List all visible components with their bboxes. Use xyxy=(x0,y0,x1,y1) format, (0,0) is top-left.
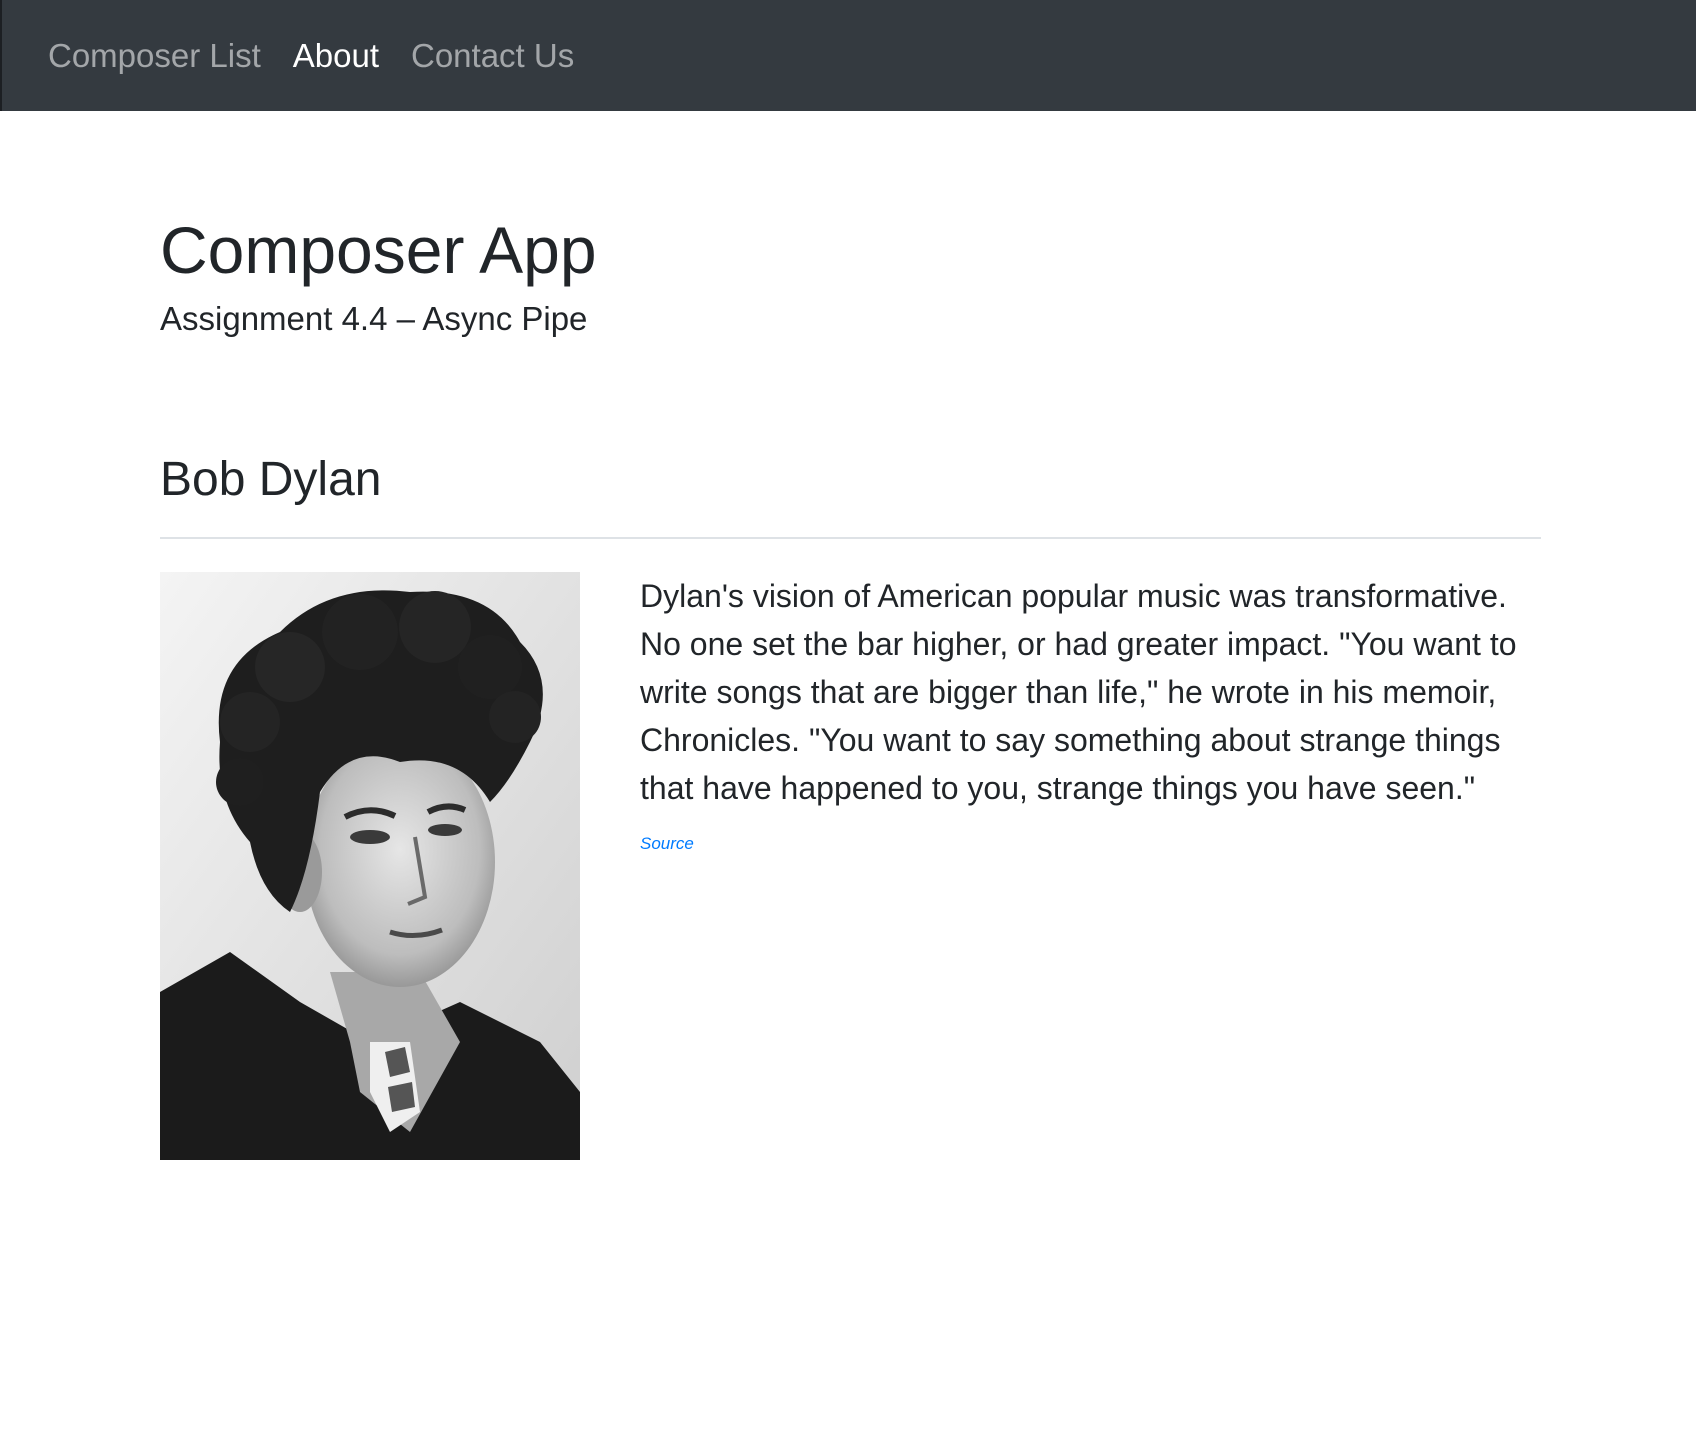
source-link[interactable]: Source xyxy=(640,834,694,854)
composer-portrait xyxy=(160,572,580,1160)
page-title: Composer App xyxy=(160,213,597,287)
nav-link-composer-list[interactable]: Composer List xyxy=(48,39,261,72)
section-divider xyxy=(160,537,1541,539)
top-navbar: Composer List About Contact Us xyxy=(0,0,1696,111)
composer-name: Bob Dylan xyxy=(160,453,382,506)
nav-link-contact-us[interactable]: Contact Us xyxy=(411,39,574,72)
page-subtitle: Assignment 4.4 – Async Pipe xyxy=(160,300,588,337)
nav-link-about[interactable]: About xyxy=(293,39,379,72)
portrait-image xyxy=(160,572,580,1160)
composer-bio: Dylan's vision of American popular music… xyxy=(640,578,1517,806)
